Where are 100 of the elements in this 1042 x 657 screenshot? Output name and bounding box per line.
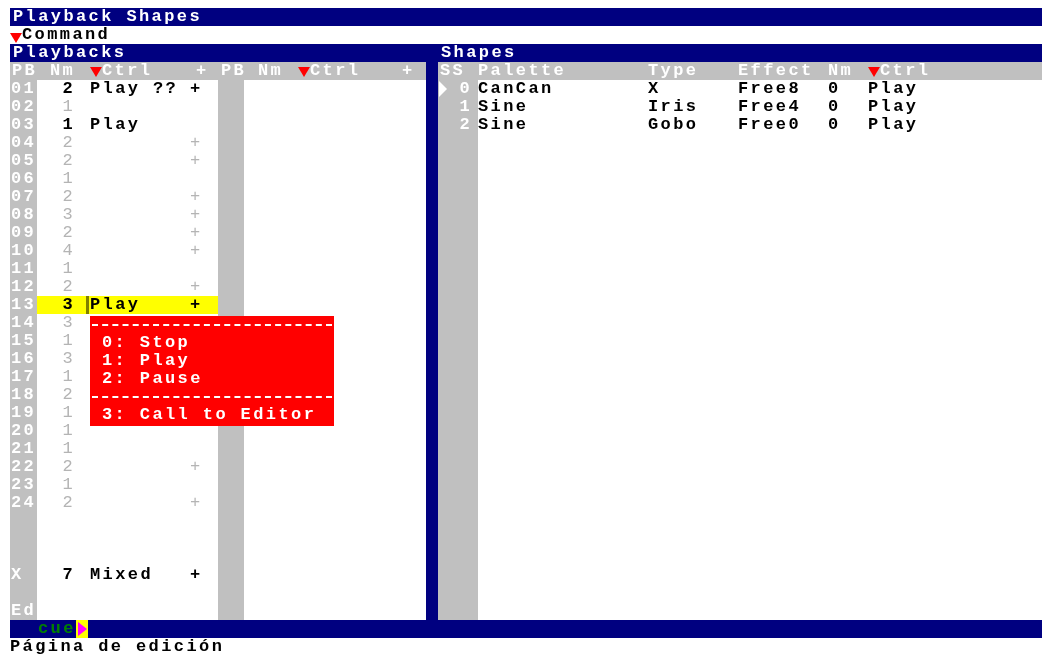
- table-row[interactable]: 03 1 Play: [10, 116, 426, 134]
- table-cell-text: 1: [61, 260, 76, 278]
- prompt-label: cue: [38, 620, 76, 638]
- table-cell-text: 2: [61, 134, 76, 152]
- table-row[interactable]: 06 1: [10, 170, 426, 188]
- table-row[interactable]: 07 2 +: [10, 188, 426, 206]
- table-row[interactable]: 04 2 +: [10, 134, 426, 152]
- table-row[interactable]: 11 1: [10, 260, 426, 278]
- table-row[interactable]: 08 3 +: [10, 206, 426, 224]
- table-cell[interactable]: Sine: [478, 98, 648, 116]
- row-number: 02: [10, 98, 37, 116]
- row-number: 22: [10, 458, 37, 476]
- table-row[interactable]: 10 4 +: [10, 242, 426, 260]
- menu-item[interactable]: 3: Call to Editor: [90, 406, 334, 424]
- row-number: 20: [10, 422, 37, 440]
- dropdown-triangle-icon[interactable]: [10, 30, 22, 43]
- window-title: Playback Shapes: [10, 8, 1042, 26]
- row-number: 07: [10, 188, 37, 206]
- text-cursor: [86, 296, 89, 314]
- pointer-icon: [439, 81, 447, 97]
- menu-item[interactable]: 0: Stop: [90, 334, 334, 352]
- row-number: 0: [459, 80, 472, 98]
- table-cell-text: Play: [868, 116, 920, 134]
- table-cell: +: [190, 187, 203, 206]
- table-row[interactable]: 22 2 +: [10, 458, 426, 476]
- table-cell-text: 1: [61, 332, 76, 350]
- table-cell-text: Free8: [738, 80, 802, 98]
- table-cell-text: X: [648, 80, 662, 98]
- row-number: 01: [10, 80, 37, 98]
- table-cell-text: 2: [61, 188, 76, 206]
- row-number: 24: [10, 494, 37, 512]
- row-number: 15: [10, 332, 37, 350]
- row-number: 16: [10, 350, 37, 368]
- table-cell-text: 0: [828, 80, 842, 98]
- row-number: 05: [10, 152, 37, 170]
- table-cell-text: Free4: [738, 98, 802, 116]
- column-header: Ctrl: [310, 62, 361, 80]
- table-cell[interactable]: CanCan: [478, 80, 648, 98]
- table-cell: +: [190, 277, 203, 296]
- table-row[interactable]: 20 1: [10, 422, 426, 440]
- table-cell-text: 1: [61, 476, 76, 494]
- table-cell-text: 3: [61, 314, 76, 332]
- table-cell-text: 0: [828, 116, 842, 134]
- table-cell-text: 2: [61, 278, 76, 296]
- column-header: Ctrl: [102, 62, 153, 80]
- row-number: 13: [10, 296, 37, 314]
- table-cell-text: Play: [868, 98, 920, 116]
- row-number: 1: [459, 98, 472, 116]
- table-cell: +: [190, 133, 203, 152]
- row-number: 03: [10, 116, 37, 134]
- table-row[interactable]: 23 1: [10, 476, 426, 494]
- column-header: Nm: [50, 62, 76, 80]
- row-number: 08: [10, 206, 37, 224]
- row-label: X: [10, 566, 25, 584]
- table-cell-text: 4: [61, 242, 76, 260]
- column-header: +: [196, 62, 209, 80]
- table-cell[interactable]: Sine: [478, 116, 648, 134]
- column-header: Type: [648, 62, 699, 80]
- table-cell: +: [190, 79, 203, 98]
- dropdown-triangle-icon[interactable]: [90, 65, 102, 77]
- menu-item[interactable]: 2: Pause: [90, 370, 334, 388]
- table-cell-text: 3: [61, 206, 76, 224]
- table-cell-text: 1: [61, 422, 76, 440]
- dropdown-triangle-icon[interactable]: [868, 65, 880, 77]
- column-header: SS: [440, 62, 466, 80]
- table-cell[interactable]: Mixed: [90, 566, 153, 584]
- table-cell: +: [190, 151, 203, 170]
- table-cell-text: 2: [61, 386, 76, 404]
- table-row[interactable]: 21 1: [10, 440, 426, 458]
- table-cell[interactable]: Play ??: [90, 80, 179, 98]
- table-cell: +: [190, 205, 203, 224]
- table-cell-text: 1: [61, 440, 76, 458]
- column-header: +: [402, 62, 415, 80]
- column-header: Nm: [258, 62, 284, 80]
- table-row[interactable]: 24 2 +: [10, 494, 426, 512]
- dropdown-triangle-icon[interactable]: [298, 65, 310, 77]
- table-row[interactable]: 01 2 Play ?? +: [10, 80, 426, 98]
- menu-item[interactable]: 1: Play: [90, 352, 334, 370]
- row-number: 14: [10, 314, 37, 332]
- table-cell-text: 7: [61, 566, 76, 584]
- row-number: 19: [10, 404, 37, 422]
- column-header: Palette: [478, 62, 567, 80]
- table-cell-text: 1: [61, 116, 76, 134]
- row-number: 04: [10, 134, 37, 152]
- table-cell: +: [190, 565, 203, 584]
- row-number: 18: [10, 386, 37, 404]
- table-cell[interactable]: Play: [90, 296, 141, 314]
- table-row[interactable]: 12 2 +: [10, 278, 426, 296]
- row-number: 17: [10, 368, 37, 386]
- table-cell-text: 1: [61, 404, 76, 422]
- table-row[interactable]: 09 2 +: [10, 224, 426, 242]
- table-row[interactable]: 05 2 +: [10, 152, 426, 170]
- prompt-arrow-icon: [75, 620, 88, 638]
- column-header: PB: [221, 62, 247, 80]
- table-cell: +: [190, 223, 203, 242]
- table-cell[interactable]: Play: [90, 116, 141, 134]
- table-cell-text: 2: [61, 152, 76, 170]
- table-row[interactable]: 02 1: [10, 98, 426, 116]
- table-cell-text: Iris: [648, 98, 700, 116]
- table-cell: +: [190, 493, 203, 512]
